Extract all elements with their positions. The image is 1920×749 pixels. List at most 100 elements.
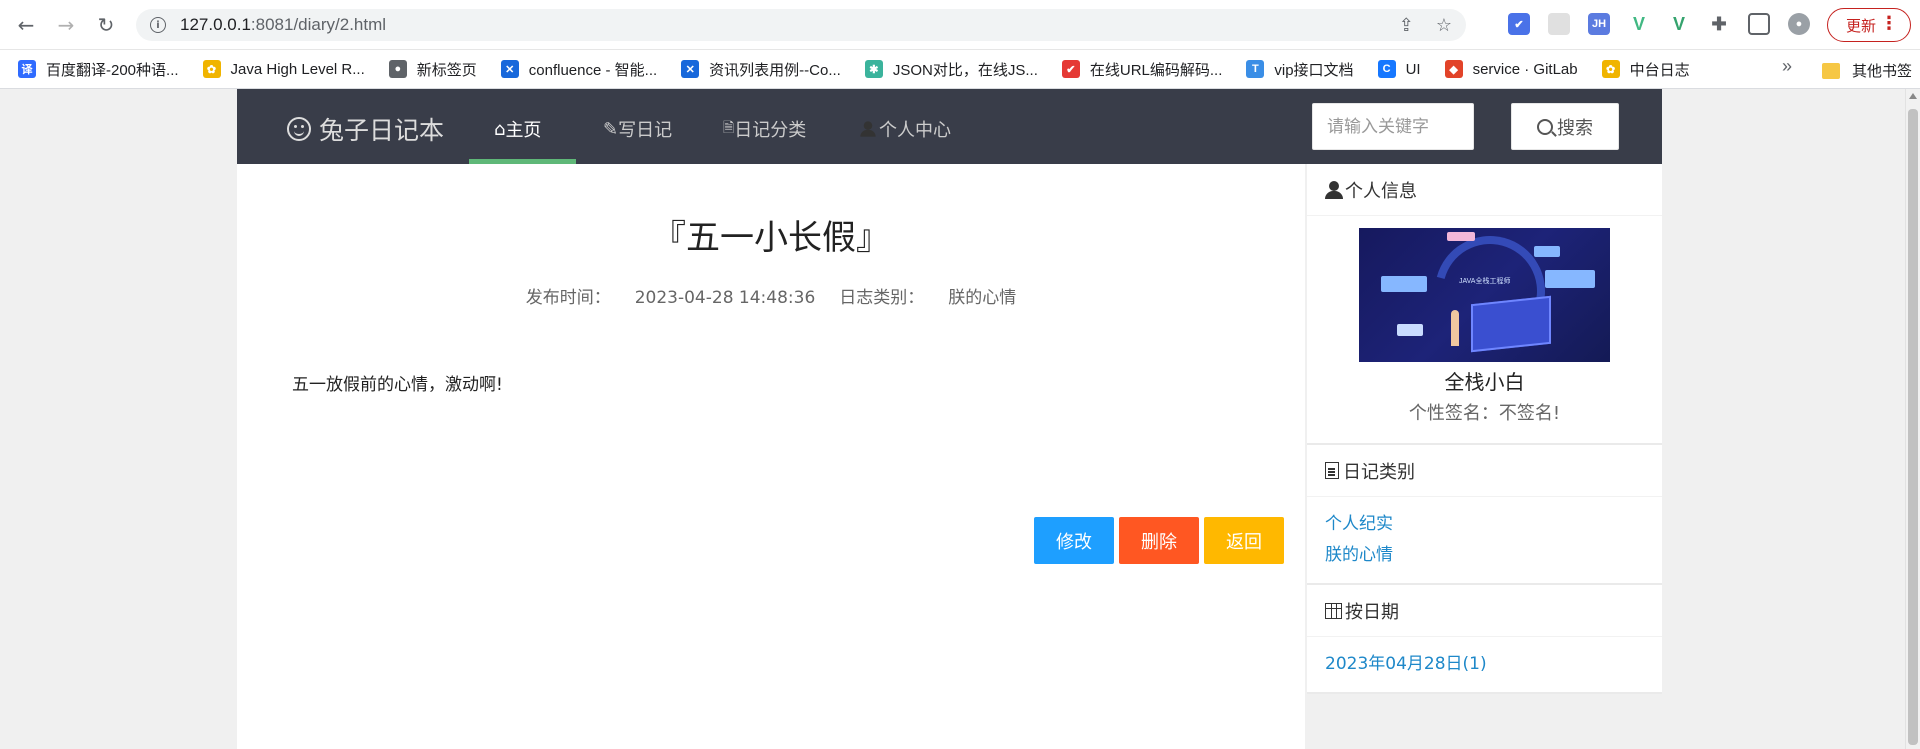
dates-card: 按日期 2023年04月28日(1) bbox=[1307, 585, 1662, 694]
avatar-screen-shape bbox=[1471, 295, 1551, 353]
bookmark-label: 中台日志 bbox=[1629, 61, 1690, 79]
scroll-up-arrow-icon[interactable] bbox=[1909, 93, 1917, 99]
confluence-icon: ✕ bbox=[500, 60, 519, 78]
site-navbar: 兔子日记本 ⌂主页 ✎写日记 🗎日记分类 个人中心 搜索 bbox=[237, 89, 1662, 164]
nav-label: 主页 bbox=[505, 120, 542, 141]
bookmark-item[interactable]: 译百度翻译-200种语... bbox=[18, 59, 179, 80]
date-link[interactable]: 2023年04月28日(1) bbox=[1325, 649, 1644, 680]
bookmark-label: 新标签页 bbox=[416, 61, 477, 79]
translate-icon: 译 bbox=[18, 60, 36, 78]
dates-list: 2023年04月28日(1) bbox=[1307, 637, 1662, 692]
search-icon bbox=[1537, 118, 1553, 135]
profile-title: 个人信息 bbox=[1345, 180, 1417, 202]
other-bookmarks-label: 其他书签 bbox=[1852, 63, 1913, 80]
nav-label: 个人中心 bbox=[879, 120, 951, 141]
published-label: 发布时间： bbox=[525, 288, 611, 308]
more-vertical-icon: ⋮ bbox=[1880, 13, 1898, 34]
profile-card-body: JAVA全栈工程师 全栈小白 个性签名：不签名! bbox=[1307, 216, 1662, 443]
search-input[interactable] bbox=[1312, 103, 1474, 150]
bookmark-label: UI bbox=[1405, 60, 1421, 78]
delete-button[interactable]: 删除 bbox=[1119, 517, 1199, 564]
url-text[interactable]: 127.0.0.1:8081/diary/2.html bbox=[180, 15, 386, 35]
update-label: 更新 bbox=[1846, 16, 1877, 35]
bookmark-item[interactable]: ◆ service · GitLab bbox=[1444, 60, 1578, 78]
bookmark-label: JSON对比，在线JS... bbox=[892, 61, 1038, 79]
star-icon[interactable]: ☆ bbox=[1436, 15, 1452, 36]
bookmark-item[interactable]: ✿ Java High Level R... bbox=[202, 60, 365, 78]
edit-button[interactable]: 修改 bbox=[1034, 517, 1114, 564]
bookmark-label: 百度翻译-200种语... bbox=[46, 61, 179, 79]
confluence-icon: ✕ bbox=[681, 60, 700, 78]
t-icon: T bbox=[1246, 60, 1265, 78]
search-label: 搜索 bbox=[1557, 117, 1593, 139]
avatar: JAVA全栈工程师 bbox=[1359, 228, 1610, 362]
forward-arrow-icon[interactable]: → bbox=[52, 11, 80, 39]
reload-icon[interactable]: ↻ bbox=[92, 11, 120, 39]
c-icon: C bbox=[1377, 60, 1396, 78]
bookmark-item[interactable]: Tvip接口文档 bbox=[1246, 59, 1354, 80]
page-viewport: 兔子日记本 ⌂主页 ✎写日记 🗎日记分类 个人中心 搜索 『五一小长假』 发布时… bbox=[0, 89, 1905, 749]
search-button[interactable]: 搜索 bbox=[1511, 103, 1619, 150]
bookmarks-bar: 译百度翻译-200种语... ✿ Java High Level R... ● 新标签页… bbox=[0, 50, 1920, 89]
dot-icon: ● bbox=[388, 60, 407, 78]
extension-grid-icon[interactable] bbox=[1548, 13, 1570, 35]
diary-content: 五一放假前的心情，激动啊! bbox=[292, 375, 503, 395]
categories-title: 日记类别 bbox=[1343, 461, 1415, 483]
bookmarks-overflow-icon[interactable]: » bbox=[1782, 56, 1792, 77]
other-bookmarks[interactable]: 其他书签 bbox=[1822, 60, 1912, 81]
info-icon[interactable]: i bbox=[150, 17, 166, 33]
extension-jh-icon[interactable]: JH bbox=[1588, 13, 1610, 35]
extension-vue-devtools-icon[interactable]: V bbox=[1668, 13, 1690, 35]
bookmark-label: 资讯列表用例--Co... bbox=[709, 61, 841, 79]
avatar-caption: JAVA全栈工程师 bbox=[1459, 278, 1511, 285]
extension-vue-icon[interactable]: V bbox=[1628, 13, 1650, 35]
extension-check-icon[interactable]: ✔ bbox=[1508, 13, 1530, 35]
update-button[interactable]: 更新 ⋮ bbox=[1827, 8, 1911, 42]
bookmark-label: vip接口文档 bbox=[1274, 61, 1354, 79]
bookmark-item[interactable]: ✕ confluence - 智能... bbox=[500, 59, 657, 80]
url-host: 127.0.0.1 bbox=[180, 15, 251, 34]
profile-card-header: 个人信息 bbox=[1307, 164, 1662, 216]
bookmark-item[interactable]: ✱ JSON对比，在线JS... bbox=[864, 59, 1038, 80]
profile-avatar-icon[interactable]: ● bbox=[1788, 13, 1810, 35]
bookmark-item[interactable]: ✿ 中台日志 bbox=[1601, 59, 1690, 80]
nav-item-profile[interactable]: 个人中心 bbox=[859, 116, 951, 142]
bookmark-item[interactable]: C UI bbox=[1377, 60, 1421, 78]
category-link[interactable]: 个人纪实 bbox=[1325, 509, 1644, 540]
browser-toolbar: ← → ↻ i 127.0.0.1:8081/diary/2.html ⇪ ☆ … bbox=[0, 0, 1920, 50]
vertical-scrollbar[interactable] bbox=[1905, 89, 1920, 749]
gear-icon: ✱ bbox=[864, 60, 883, 78]
calendar-icon bbox=[1325, 602, 1342, 619]
side-panel-icon[interactable] bbox=[1748, 13, 1770, 35]
diary-article: 『五一小长假』 发布时间： 2023-04-28 14:48:36 日志类别： 朕的心… bbox=[237, 164, 1305, 749]
puzzle-icon[interactable]: ✚ bbox=[1708, 13, 1730, 35]
nav-label: 写日记 bbox=[618, 120, 673, 141]
avatar-tag-shape bbox=[1447, 232, 1475, 241]
category-value: 朕的心情 bbox=[948, 288, 1017, 308]
nav-label: 日记分类 bbox=[734, 120, 807, 141]
diary-category: 日志类别： 朕的心情 bbox=[839, 288, 1016, 308]
bookmark-item[interactable]: ✕ 资讯列表用例--Co... bbox=[681, 59, 841, 80]
categories-card-header: 日记类别 bbox=[1307, 445, 1662, 497]
brand-logo[interactable]: 兔子日记本 bbox=[287, 111, 444, 147]
avatar-tag-shape bbox=[1545, 270, 1595, 288]
pencil-icon: ✎ bbox=[603, 118, 619, 140]
bookmark-item[interactable]: ✔ 在线URL编码解码... bbox=[1061, 59, 1223, 80]
bookmark-label: Java High Level R... bbox=[230, 60, 365, 78]
back-arrow-icon[interactable]: ← bbox=[12, 11, 40, 39]
bookmark-item[interactable]: ● 新标签页 bbox=[388, 59, 477, 80]
published-value: 2023-04-28 14:48:36 bbox=[634, 288, 816, 308]
avatar-tag-shape bbox=[1397, 324, 1423, 336]
avatar-person-shape bbox=[1451, 310, 1459, 346]
extensions-area: ✔ JH V V ✚ ● bbox=[1508, 13, 1810, 35]
back-button[interactable]: 返回 bbox=[1204, 517, 1284, 564]
nav-item-categories[interactable]: 🗎 日记分类 bbox=[723, 116, 806, 142]
nav-item-write[interactable]: ✎ 写日记 bbox=[603, 116, 672, 142]
address-bar[interactable]: i 127.0.0.1:8081/diary/2.html ⇪ ☆ bbox=[136, 9, 1466, 41]
bookmark-label: 在线URL编码解码... bbox=[1089, 61, 1223, 79]
category-link[interactable]: 朕的心情 bbox=[1325, 540, 1644, 571]
scrollbar-thumb[interactable] bbox=[1908, 109, 1918, 745]
share-icon[interactable]: ⇪ bbox=[1399, 15, 1414, 36]
document-icon: 🗎 bbox=[723, 120, 735, 136]
nav-item-home[interactable]: ⌂ 主页 bbox=[494, 116, 541, 142]
